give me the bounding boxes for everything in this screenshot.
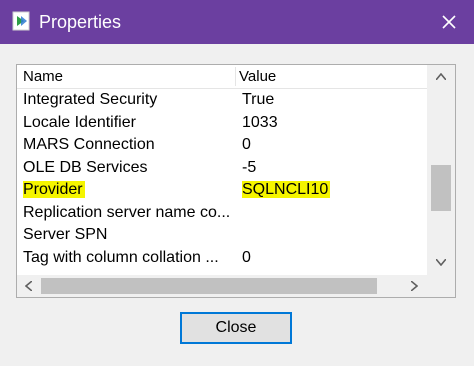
table-row[interactable]: Tag with column collation ... 0 (17, 247, 427, 270)
property-name: Replication server name co... (23, 203, 229, 221)
grid-header: Name Value (17, 65, 427, 89)
table-row[interactable]: Replication server name co... (17, 202, 427, 225)
property-name: Provider (23, 179, 229, 202)
horizontal-scroll-thumb[interactable] (41, 278, 377, 294)
column-separator[interactable] (235, 67, 236, 86)
table-row-provider[interactable]: Provider SQLNCLI10 (17, 179, 427, 202)
vertical-scrollbar[interactable] (427, 65, 455, 275)
property-value: 1033 (242, 113, 278, 131)
app-icon (12, 11, 30, 31)
scroll-left-icon[interactable] (17, 277, 39, 295)
property-value: -5 (242, 158, 257, 176)
scroll-down-icon[interactable] (427, 253, 455, 271)
grid-rows: Integrated Security True Locale Identifi… (17, 89, 427, 269)
property-name: MARS Connection (23, 136, 155, 153)
property-name: Locale Identifier (23, 113, 136, 131)
window-title: Properties (39, 12, 122, 32)
table-row[interactable]: OLE DB Services -5 (17, 157, 427, 180)
property-value: True (242, 91, 275, 108)
dialog-body: Name Value Integrated Security True Loca… (4, 44, 470, 366)
horizontal-scrollbar[interactable] (17, 275, 427, 297)
property-value: SQLNCLI10 (242, 179, 422, 202)
column-header-value[interactable]: Value (239, 65, 427, 88)
scroll-right-icon[interactable] (403, 277, 425, 295)
properties-grid: Name Value Integrated Security True Loca… (16, 64, 456, 298)
close-x-glyph (442, 15, 456, 29)
highlight-mark: Provider (23, 181, 85, 198)
vertical-scroll-thumb[interactable] (431, 165, 451, 211)
scrollbar-corner (427, 275, 455, 297)
property-value (242, 224, 422, 247)
property-name: Integrated Security (23, 91, 158, 108)
property-value (242, 202, 422, 225)
title-bar: Properties (0, 0, 474, 44)
table-row[interactable]: MARS Connection 0 (17, 134, 427, 157)
close-icon[interactable] (424, 0, 474, 44)
table-row[interactable]: Server SPN (17, 224, 427, 247)
table-row[interactable]: Integrated Security True (17, 89, 427, 112)
column-header-name[interactable]: Name (23, 65, 233, 88)
table-row[interactable]: Locale Identifier 1033 (17, 112, 427, 135)
property-name: OLE DB Services (23, 158, 148, 176)
property-name: Server SPN (23, 226, 108, 243)
property-value: 0 (242, 248, 251, 266)
close-button[interactable]: Close (180, 312, 292, 344)
property-value: 0 (242, 136, 251, 153)
property-name: Tag with column collation ... (23, 248, 219, 266)
scroll-up-icon[interactable] (427, 67, 455, 85)
highlight-mark: SQLNCLI10 (242, 181, 331, 198)
